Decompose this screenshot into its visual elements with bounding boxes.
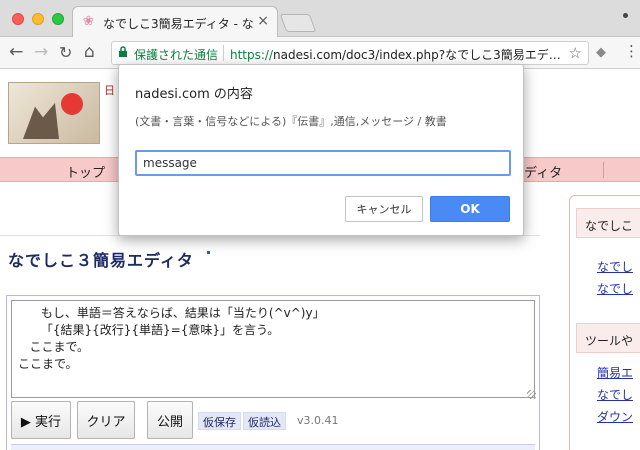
version-label: v3.0.41 (297, 414, 339, 427)
browser-titlebar: ❀ なでしこ3簡易エディタ - なでしこ × (0, 0, 640, 37)
sidebar-heading-tools: ツールや (576, 323, 640, 353)
ok-button[interactable]: OK (430, 196, 510, 222)
tab-title: なでしこ3簡易エディタ - なでしこ (103, 17, 253, 31)
sidebar-link-3[interactable]: 簡易エ (597, 364, 633, 381)
banner-text-fragment: 日 (104, 84, 115, 97)
run-button[interactable]: ▶ 実行 (11, 401, 71, 439)
output-area (11, 444, 535, 450)
sidebar-heading-nadesiko: なでしこ (576, 208, 640, 238)
address-divider (223, 45, 224, 61)
tab-close-icon[interactable]: × (257, 13, 269, 29)
clear-button[interactable]: クリア (77, 401, 135, 439)
right-sidebar: なでしこ なでし なでし ツールや 簡易エ なでし ダウン (569, 195, 640, 450)
dialog-text-input[interactable] (135, 150, 511, 176)
nav-link-top[interactable]: トップ (66, 162, 105, 181)
editor-panel: もし、単語＝答えならば、結果は「当たり(^v^)y」 「{結果}{改行}{単語}… (6, 295, 540, 450)
back-icon[interactable]: ← (9, 42, 23, 62)
nav-link-editor[interactable]: ディタ (524, 162, 562, 181)
secure-label: 保護された通信 (134, 48, 219, 62)
sidebar-link-1[interactable]: なでし (597, 258, 633, 275)
dialog-title: nadesi.com の内容 (135, 87, 253, 102)
page-title: なでしこ３簡易エディタ (8, 251, 194, 270)
title-dot (207, 251, 210, 254)
new-tab-button[interactable] (279, 14, 317, 32)
home-icon[interactable]: ⌂ (84, 42, 95, 62)
favicon-icon: ❀ (83, 14, 94, 29)
forward-icon[interactable]: → (34, 42, 48, 62)
lock-icon (118, 46, 128, 61)
address-bar[interactable]: 保護された通信 https://nadesi.com/doc3/index.ph… (111, 41, 589, 65)
temp-save-link[interactable]: 仮保存 (198, 412, 241, 430)
prompt-dialog: nadesi.com の内容 (文書・言葉・信号などによる)『伝書』,通信,メッ… (118, 64, 524, 236)
nav-divider (603, 162, 604, 178)
code-editor[interactable]: もし、単語＝答えならば、結果は「当たり(^v^)y」 「{結果}{改行}{単語}… (11, 300, 535, 398)
url-scheme: https:// (230, 48, 274, 62)
site-banner-image (8, 82, 100, 144)
sidebar-link-5[interactable]: ダウン (597, 408, 633, 425)
profile-dot-icon (623, 13, 628, 18)
window-maximize-button[interactable] (52, 13, 64, 25)
window-minimize-button[interactable] (32, 13, 44, 25)
publish-button[interactable]: 公開 (147, 401, 193, 439)
bookmark-star-icon[interactable]: ☆ (569, 44, 582, 62)
url-path: nadesi.com/doc3/index.php?なでしこ3簡易エデ… (273, 48, 560, 62)
cancel-button[interactable]: キャンセル (345, 196, 423, 222)
url-text[interactable]: https://nadesi.com/doc3/index.php?なでしこ3簡… (230, 46, 560, 63)
banner-figure-shape (23, 103, 59, 139)
extension-icon[interactable]: ◆ (596, 45, 606, 60)
window-close-button[interactable] (12, 13, 24, 25)
browser-tab[interactable]: ❀ なでしこ3簡易エディタ - なでしこ × (72, 6, 278, 37)
banner-sun-shape (61, 93, 83, 115)
reload-icon[interactable]: ↻ (59, 43, 72, 62)
temp-load-link[interactable]: 仮読込 (243, 412, 286, 430)
editor-resize-handle[interactable] (527, 390, 536, 399)
sidebar-link-4[interactable]: なでし (597, 386, 633, 403)
dialog-message: (文書・言葉・信号などによる)『伝書』,通信,メッセージ / 教書 (135, 115, 447, 128)
browser-menu-icon[interactable]: ⋮ (624, 44, 639, 59)
sidebar-link-2[interactable]: なでし (597, 280, 633, 297)
